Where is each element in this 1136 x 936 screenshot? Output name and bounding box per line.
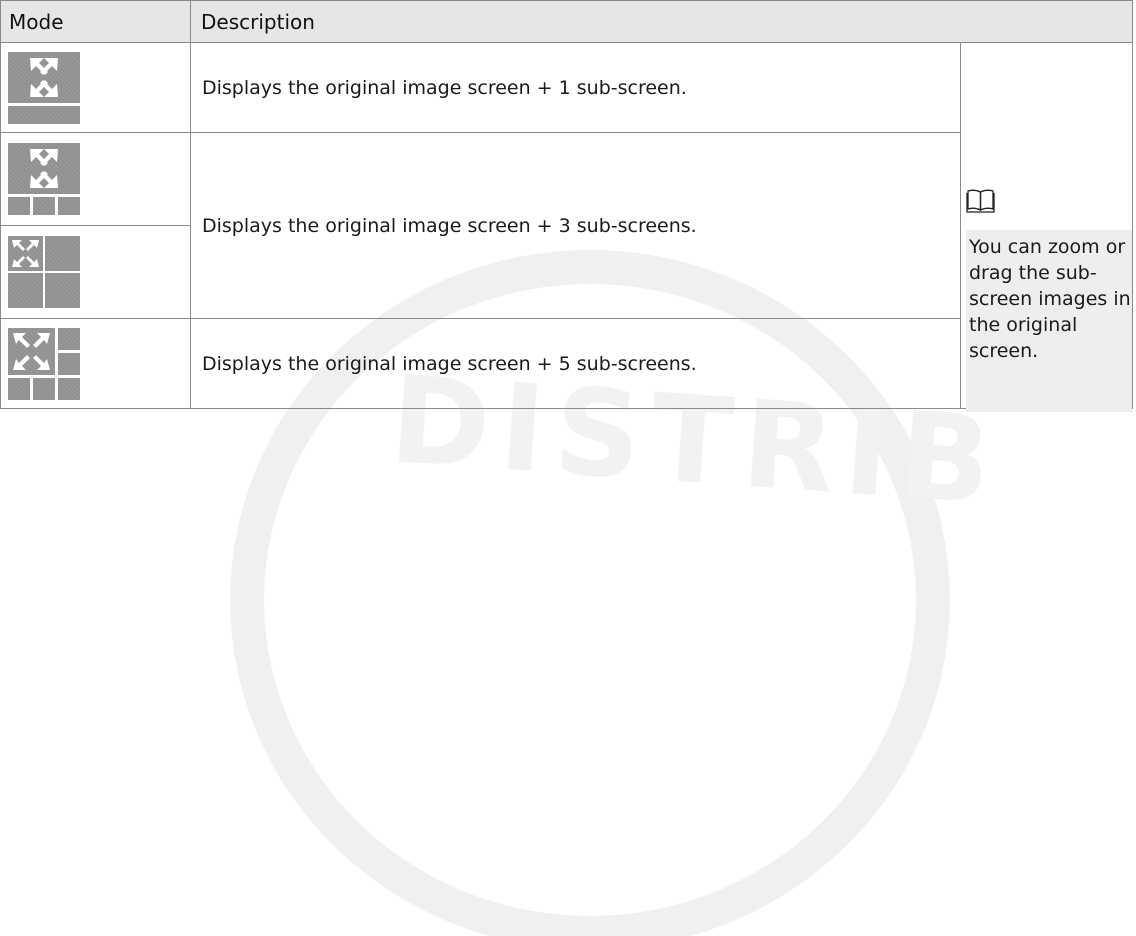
sub-screen-tile [33, 377, 55, 400]
mode-icon-cell [0, 42, 191, 133]
header-mode: Mode [0, 0, 191, 43]
header-description: Description [190, 0, 1133, 43]
sub-screen-tile [45, 273, 80, 308]
main-screen-tile [8, 143, 80, 194]
main-screen-tile [8, 51, 80, 103]
table-header-row: Mode Description [0, 0, 1133, 43]
row-description: Displays the original image screen + 3 s… [190, 132, 961, 319]
sub-screen-tile [33, 197, 55, 215]
main-screen-tile [8, 236, 43, 271]
mode-icon-cell [0, 132, 191, 226]
sub-screen-tile [8, 273, 43, 308]
sub-screen-tile [8, 105, 80, 124]
table-row: Displays the original image screen + 1 s… [0, 42, 1133, 409]
layout-1-plus-5-icon [8, 327, 80, 400]
row-description: Displays the original image screen + 1 s… [190, 42, 961, 133]
sub-screen-tile [58, 197, 80, 215]
note-text: You can zoom or drag the sub-screen imag… [966, 230, 1132, 412]
sub-screen-tile [8, 197, 30, 215]
book-icon [966, 188, 996, 214]
sub-screen-tile [45, 236, 80, 271]
note-callout: You can zoom or drag the sub-screen imag… [962, 188, 1132, 412]
mode-icon-cell [0, 318, 191, 409]
sub-screen-tile [58, 377, 80, 400]
mode-icon-cell [0, 225, 191, 319]
main-screen-tile [8, 327, 55, 375]
sub-screen-tile [8, 377, 30, 400]
layout-quad-icon [8, 236, 80, 308]
sub-screen-tile [58, 327, 80, 350]
row-description: Displays the original image screen + 5 s… [190, 318, 961, 409]
layout-1-plus-1-icon [8, 51, 80, 124]
sub-screen-tile [58, 352, 80, 375]
layout-1-plus-3-icon [8, 143, 80, 215]
